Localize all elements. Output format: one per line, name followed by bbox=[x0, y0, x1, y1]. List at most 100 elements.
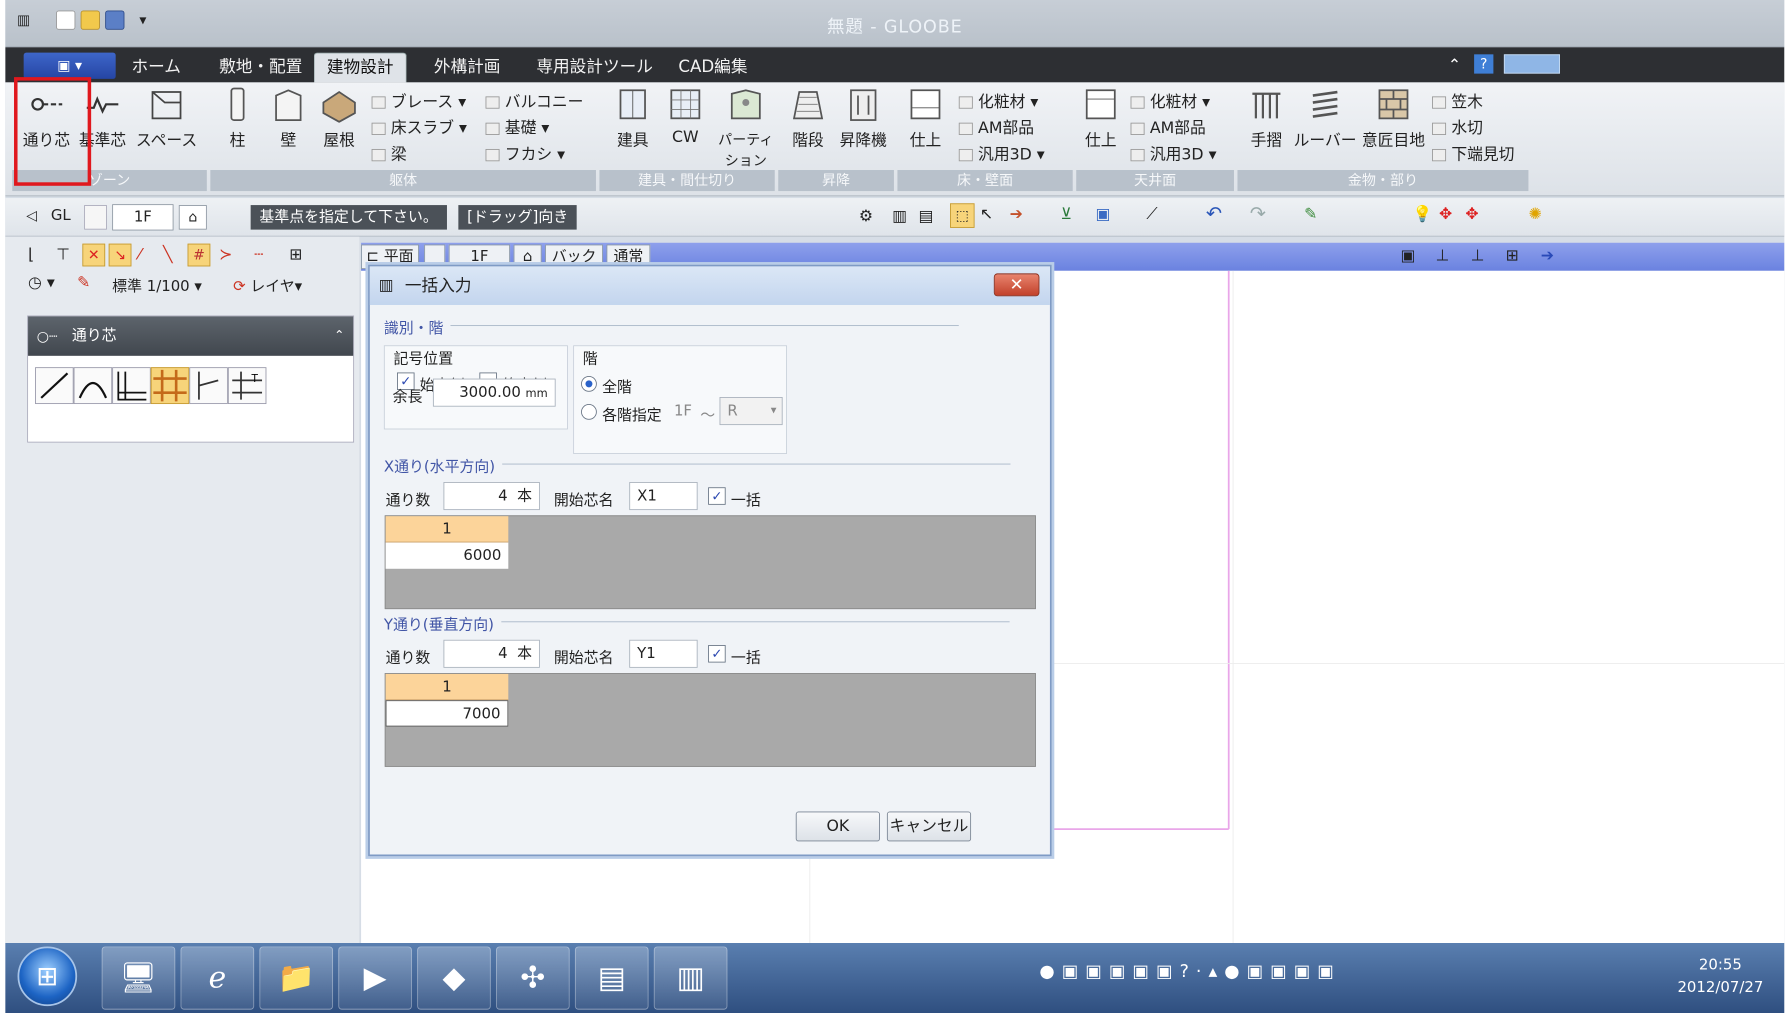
back-arrow-icon[interactable]: ◁ bbox=[26, 207, 37, 224]
taskbar-gloobe-icon[interactable]: ▥ bbox=[653, 946, 728, 1010]
measure-icon[interactable]: ⟋ bbox=[1146, 205, 1157, 223]
x-bulk-checkbox[interactable]: ✓ bbox=[708, 487, 726, 505]
floor-decor-button[interactable]: 化粧材 ▾ bbox=[958, 89, 1038, 112]
floor-generic-3d-button[interactable]: 汎用3D ▾ bbox=[958, 142, 1045, 165]
batch-grid-tool[interactable] bbox=[150, 367, 190, 405]
split-horizontal-icon[interactable]: ▤ bbox=[918, 207, 933, 225]
layout-icon[interactable]: ▣ bbox=[1400, 246, 1415, 264]
clock[interactable]: 20:55 2012/07/27 bbox=[1677, 954, 1763, 1000]
dialog-close-button[interactable]: ✕ bbox=[993, 273, 1040, 297]
y-count-input[interactable]: 4 本 bbox=[443, 639, 540, 668]
application-menu-button[interactable]: ▣ ▾ bbox=[23, 52, 116, 79]
tab-design-tools[interactable]: 専用設計ツール bbox=[524, 53, 665, 83]
stairs-button[interactable]: 階段 bbox=[784, 86, 833, 151]
rotate-icon[interactable]: ◷ ▾ bbox=[28, 273, 55, 291]
taskbar-media-icon[interactable]: ▶ bbox=[338, 946, 412, 1010]
flashing-button[interactable]: 水切 bbox=[1432, 116, 1483, 139]
coping-button[interactable]: 笠木 bbox=[1432, 89, 1483, 112]
sun-icon[interactable]: ✺ bbox=[1528, 205, 1541, 223]
to-floor-select[interactable]: R ▾ bbox=[719, 397, 783, 426]
snap-diagonal-icon[interactable]: ╲ bbox=[163, 245, 173, 263]
tool-icon[interactable]: ✎ bbox=[1304, 205, 1317, 223]
extension-icon[interactable]: ┄ bbox=[254, 245, 264, 263]
wall-button[interactable]: 壁 bbox=[264, 86, 313, 151]
taskbar-app-icon[interactable]: ◆ bbox=[417, 946, 491, 1010]
arc-tool[interactable] bbox=[73, 367, 113, 405]
floor-am-parts-button[interactable]: AM部品 bbox=[958, 116, 1034, 139]
x-start-input[interactable]: X1 bbox=[629, 482, 698, 511]
pin-icon[interactable]: ⊤ bbox=[56, 245, 70, 263]
ribbon-collapse-icon[interactable]: ⌃ bbox=[1448, 56, 1461, 74]
column-button[interactable]: 柱 bbox=[216, 86, 260, 151]
tray-icons[interactable]: ●▣▣▣▣▣?·▴●▣▣▣▣ bbox=[1039, 961, 1340, 982]
orthogonal-grid-tool[interactable] bbox=[112, 367, 151, 405]
snap-tangent-icon[interactable]: ↘ bbox=[108, 243, 132, 267]
partition-button[interactable]: パーティション bbox=[712, 86, 780, 170]
home-floor-icon[interactable]: ⌂ bbox=[178, 205, 207, 230]
handrail-button[interactable]: 手摺 bbox=[1241, 86, 1292, 151]
tab-home[interactable]: ホーム bbox=[119, 53, 193, 83]
floor-down-button[interactable] bbox=[84, 205, 107, 230]
x-count-input[interactable]: 4 本 bbox=[443, 482, 540, 511]
pen-icon[interactable]: ✎ bbox=[77, 273, 90, 291]
fitting-button[interactable]: 建具 bbox=[608, 86, 657, 151]
elevation-icon[interactable]: ⊥ bbox=[1436, 246, 1450, 264]
light-bulb-icon[interactable]: 💡 bbox=[1413, 205, 1433, 223]
taskbar-puzzle-icon[interactable]: ✣ bbox=[496, 946, 570, 1010]
brace-button[interactable]: ブレース ▾ bbox=[371, 89, 466, 112]
y-bulk-checkbox[interactable]: ✓ bbox=[708, 645, 726, 663]
balcony-button[interactable]: バルコニー bbox=[485, 89, 583, 112]
joint-button[interactable]: 意匠目地 bbox=[1360, 86, 1427, 151]
louver-button[interactable]: ルーバー bbox=[1292, 86, 1359, 151]
floor-finish-button[interactable]: 仕上 bbox=[901, 86, 950, 151]
corner-icon[interactable]: ⌊ bbox=[28, 245, 34, 263]
snap-icon[interactable]: ✥ bbox=[1439, 205, 1452, 223]
split-vertical-icon[interactable]: ▥ bbox=[892, 207, 907, 225]
angle-icon[interactable]: ≻ bbox=[219, 245, 232, 263]
tab-site[interactable]: 敷地・配置 bbox=[207, 53, 315, 83]
ok-button[interactable]: OK bbox=[795, 811, 880, 842]
foundation-button[interactable]: 基礎 ▾ bbox=[485, 116, 549, 139]
section-icon[interactable]: ⊥ bbox=[1471, 246, 1485, 264]
offset-grid-tool[interactable] bbox=[189, 367, 228, 405]
cancel-button[interactable]: キャンセル bbox=[886, 811, 972, 842]
scale-select[interactable]: 標準 1/100 ▾ bbox=[112, 273, 202, 296]
y-start-input[interactable]: Y1 bbox=[629, 639, 698, 668]
ceiling-am-parts-button[interactable]: AM部品 bbox=[1130, 116, 1206, 139]
snap-cross-icon[interactable]: ✕ bbox=[82, 243, 106, 267]
filter-icon[interactable]: ⊻ bbox=[1060, 205, 1072, 223]
view-icon[interactable]: ▣ bbox=[1096, 205, 1111, 223]
move-icon[interactable]: ➔ bbox=[1010, 205, 1023, 223]
floor-field[interactable]: 1F bbox=[112, 204, 174, 231]
curtain-wall-button[interactable]: CW bbox=[661, 86, 710, 146]
floor-slab-button[interactable]: 床スラブ ▾ bbox=[371, 116, 467, 139]
taskbar-network-icon[interactable]: 🖥 bbox=[101, 946, 176, 1010]
space-button[interactable]: スペース bbox=[133, 86, 200, 151]
ceiling-generic-3d-button[interactable]: 汎用3D ▾ bbox=[1130, 142, 1217, 165]
detail-icon[interactable]: ⊞ bbox=[1506, 246, 1519, 264]
straight-line-tool[interactable] bbox=[35, 367, 74, 405]
settings-gear-icon[interactable]: ⚙ bbox=[859, 207, 873, 225]
help-icon[interactable]: ? bbox=[1474, 54, 1494, 74]
taskbar-presentation-icon[interactable]: ▤ bbox=[574, 946, 649, 1010]
select-area-icon[interactable]: ⬚ bbox=[950, 203, 975, 228]
tab-building-design[interactable]: 建物設計 bbox=[313, 52, 407, 83]
taskbar-ie-icon[interactable]: ℯ bbox=[180, 946, 255, 1010]
roof-button[interactable]: 屋根 bbox=[314, 86, 365, 151]
tab-cad-edit[interactable]: CAD編集 bbox=[666, 53, 760, 83]
elevator-button[interactable]: 昇降機 bbox=[834, 86, 892, 151]
dimension-icon[interactable]: ⊞ bbox=[289, 245, 302, 263]
layer-select[interactable]: ⟳ レイヤ▾ bbox=[233, 273, 302, 296]
furring-button[interactable]: フカシ ▾ bbox=[485, 142, 565, 165]
y-grid-cell[interactable]: 7000 bbox=[385, 700, 509, 727]
beam-button[interactable]: 梁 bbox=[371, 142, 407, 165]
ceiling-decor-button[interactable]: 化粧材 ▾ bbox=[1130, 89, 1210, 112]
tab-exterior-plan[interactable]: 外構計画 bbox=[422, 53, 513, 83]
bottom-trim-button[interactable]: 下端見切 bbox=[1432, 142, 1514, 165]
taskbar-explorer-icon[interactable]: 📁 bbox=[259, 946, 334, 1010]
each-floor-radio[interactable] bbox=[581, 404, 597, 420]
snap-line-icon[interactable]: ⁄ bbox=[138, 245, 141, 263]
margin-input[interactable]: 3000.00 mm bbox=[432, 378, 556, 407]
snap-alt-icon[interactable]: ✥ bbox=[1465, 205, 1478, 223]
redo-icon[interactable]: ↷ bbox=[1250, 203, 1266, 225]
